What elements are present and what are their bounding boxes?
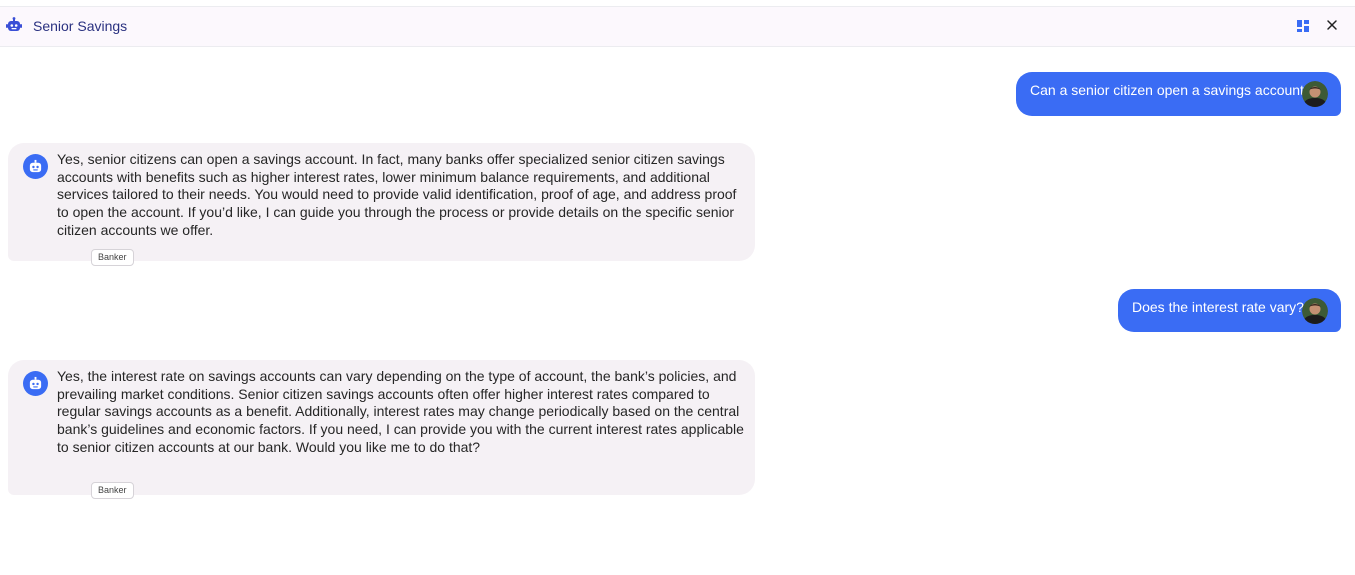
robot-icon: [6, 17, 22, 31]
user-message: Does the interest rate vary?: [1118, 289, 1341, 332]
user-avatar: [1302, 298, 1328, 324]
bot-message: Yes, the interest rate on savings accoun…: [8, 360, 755, 499]
user-message-text: Does the interest rate vary?: [1132, 299, 1304, 315]
user-avatar: [1302, 81, 1328, 107]
bot-avatar: [23, 371, 48, 396]
robot-icon: [29, 159, 42, 173]
bot-message-text: Yes, the interest rate on savings accoun…: [57, 368, 744, 455]
role-badge: Banker: [91, 249, 134, 266]
chat-title: Senior Savings: [33, 18, 128, 34]
bot-message: Yes, senior citizens can open a savings …: [8, 143, 755, 266]
user-message: Can a senior citizen open a savings acco…: [1016, 72, 1341, 116]
user-message-text: Can a senior citizen open a savings acco…: [1030, 82, 1312, 98]
robot-icon: [29, 376, 42, 390]
close-icon[interactable]: [1324, 17, 1340, 33]
bot-message-text: Yes, senior citizens can open a savings …: [57, 151, 737, 238]
bot-avatar: [23, 154, 48, 179]
dashboard-layout-icon[interactable]: [1296, 19, 1310, 33]
role-badge: Banker: [91, 482, 134, 499]
chat-header: Senior Savings: [0, 6, 1355, 47]
